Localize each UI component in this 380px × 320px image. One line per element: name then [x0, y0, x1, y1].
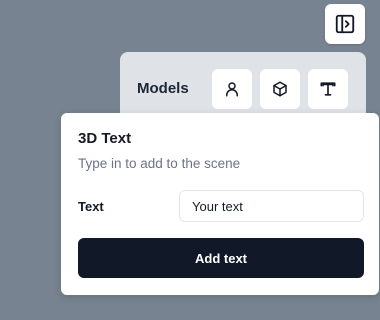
text-field-label: Text: [78, 199, 104, 214]
add-cube-model-button[interactable]: [260, 69, 300, 109]
models-label: Models: [137, 80, 189, 97]
add-text-button[interactable]: Add text: [78, 238, 364, 278]
toggle-panel-button[interactable]: [325, 4, 365, 44]
3d-text-card: 3D Text Type in to add to the scene Text…: [61, 113, 379, 295]
cube-icon: [271, 80, 289, 98]
card-title: 3D Text: [78, 130, 132, 147]
panel-right-toggle-icon: [334, 13, 356, 35]
card-subtitle: Type in to add to the scene: [78, 156, 241, 171]
text-input[interactable]: [179, 190, 364, 222]
add-3d-text-button[interactable]: [308, 69, 348, 109]
text-type-icon: [318, 79, 338, 99]
add-person-model-button[interactable]: [212, 69, 252, 109]
person-icon: [223, 80, 241, 98]
